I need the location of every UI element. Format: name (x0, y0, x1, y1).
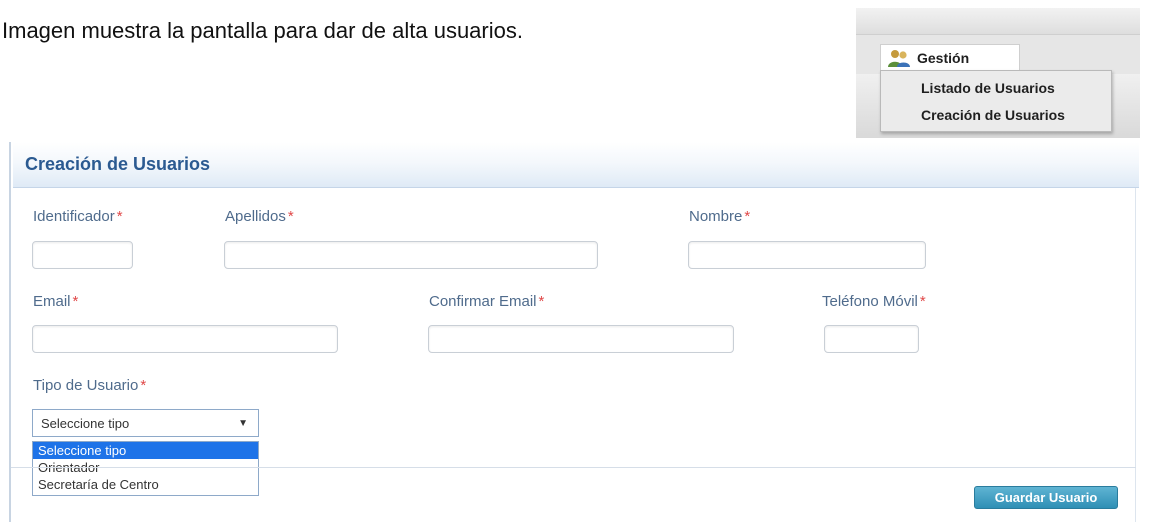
panel-header: Creación de Usuarios (13, 142, 1139, 188)
required-mark: * (72, 293, 79, 310)
tipo-usuario-options: Seleccione tipo Orientador Secretaría de… (32, 441, 259, 496)
menu-item-listado-usuarios[interactable]: Listado de Usuarios (921, 80, 1055, 96)
nombre-field[interactable] (688, 241, 926, 269)
nombre-label: Nombre * (689, 208, 751, 225)
option-seleccione-tipo[interactable]: Seleccione tipo (33, 442, 258, 459)
email-label: Email * (33, 293, 79, 310)
required-mark: * (919, 293, 926, 310)
tipo-usuario-selected: Seleccione tipo (41, 415, 130, 431)
required-mark: * (116, 208, 123, 225)
required-mark: * (744, 208, 751, 225)
telefono-label: Teléfono Móvil * (822, 293, 926, 310)
identificador-label: Identificador * (33, 208, 123, 225)
required-mark: * (538, 293, 545, 310)
telefono-field[interactable] (824, 325, 919, 353)
apellidos-field[interactable] (224, 241, 598, 269)
menu-bar-top (856, 8, 1140, 35)
gestion-label: Gestión (917, 49, 970, 66)
option-secretaria-centro[interactable]: Secretaría de Centro (33, 476, 258, 493)
apellidos-label: Apellidos * (225, 208, 294, 225)
guardar-usuario-button[interactable]: Guardar Usuario (974, 486, 1118, 509)
tipo-usuario-select[interactable]: Seleccione tipo ▼ (32, 409, 259, 437)
users-icon (888, 49, 910, 67)
gestion-dropdown: Listado de Usuarios Creación de Usuarios (880, 70, 1112, 132)
page-title: Creación de Usuarios (25, 154, 211, 174)
tipo-usuario-label: Tipo de Usuario * (33, 377, 147, 394)
required-mark: * (140, 377, 147, 394)
form-footer-divider (11, 467, 1136, 468)
confirmar-email-field[interactable] (428, 325, 734, 353)
menu-item-creacion-usuarios[interactable]: Creación de Usuarios (921, 107, 1065, 123)
email-field[interactable] (32, 325, 338, 353)
identificador-field[interactable] (32, 241, 133, 269)
confirmar-email-label: Confirmar Email * (429, 293, 545, 310)
menu-screenshot: Gestión Listado de Usuarios Creación de … (856, 8, 1140, 138)
image-caption: Imagen muestra la pantalla para dar de a… (2, 18, 523, 43)
required-mark: * (287, 208, 294, 225)
dropdown-arrow-icon: ▼ (238, 418, 248, 429)
gestion-menu-button[interactable]: Gestión (880, 44, 1020, 70)
